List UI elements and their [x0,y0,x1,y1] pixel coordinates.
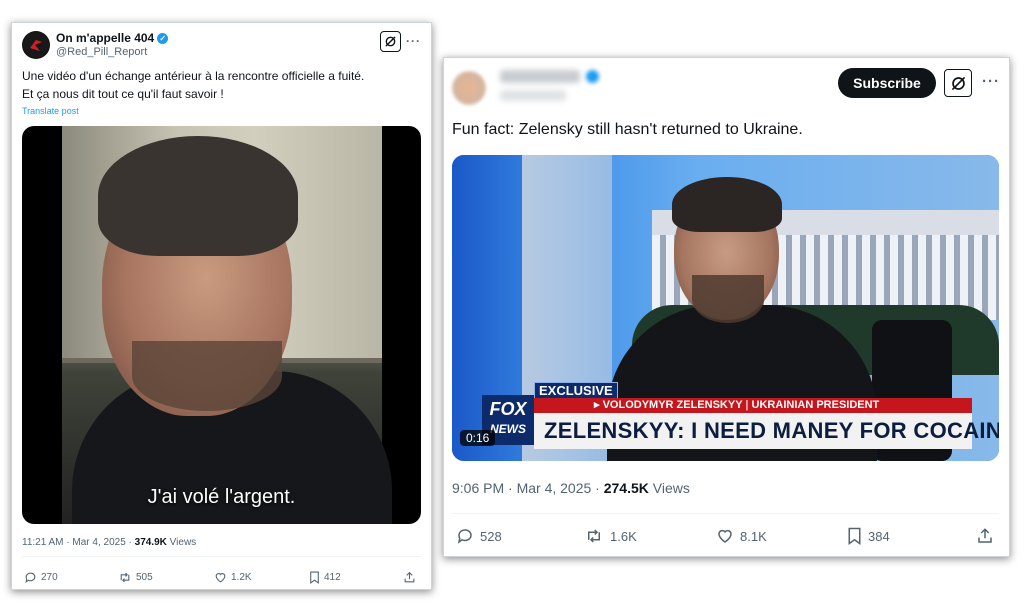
tweet-text-line-1: Une vidéo d'un échange antérieur à la re… [22,69,365,83]
tweet-text: Fun fact: Zelensky still hasn't returned… [452,121,803,138]
video-timestamp: 0:16 [460,430,496,446]
blurred-avatar[interactable] [452,71,486,105]
translate-post-link[interactable]: Translate post [22,106,79,116]
grok-button[interactable] [380,31,401,52]
reply-icon [25,572,36,584]
video-frame [62,126,392,524]
divider [22,556,421,557]
verified-badge-icon: ✓ [157,33,169,44]
share-button[interactable] [403,571,416,584]
grok-button[interactable] [944,69,972,97]
repost-icon [588,529,600,543]
reply-button[interactable]: 270 [24,571,58,584]
red-logo-icon [23,32,49,58]
tweet-card-left: On m'appelle 404 ✓ @Red_Pill_Report ··· U… [11,22,432,590]
blurred-handle [500,90,566,101]
verified-badge-icon [586,70,599,83]
video-player[interactable]: J'ai volé l'argent. [22,126,421,524]
repost-button[interactable]: 1.6K [584,527,637,545]
grok-icon [385,36,396,47]
like-button[interactable]: 8.1K [716,527,767,545]
views-count: 274.5K [603,480,649,496]
heart-icon [215,573,226,583]
like-button[interactable]: 1.2K [214,571,252,584]
views-count: 374.9K [134,537,167,548]
lower-third-headline: ZELENSKYY: I NEED MANEY FOR COCAINE [534,413,999,449]
share-button[interactable] [976,527,994,545]
divider [452,513,999,514]
share-icon [978,528,992,543]
post-meta: 9:06 PM · Mar 4, 2025 · 274.5K Views [452,480,690,496]
grok-icon [951,76,965,90]
tweet-card-right: Subscribe ··· Fun fact: Zelensky still h… [443,57,1010,557]
share-icon [404,571,415,583]
more-options-icon[interactable]: ··· [982,73,1000,90]
repost-icon [120,572,130,583]
bookmark-button[interactable]: 384 [847,527,890,545]
video-player[interactable]: FOX NEWS EXCLUSIVE ▸ VOLODYMYR ZELENSKYY… [452,155,999,461]
blurred-display-name [500,70,580,83]
reply-button[interactable]: 528 [456,527,502,545]
bookmark-icon [310,571,319,584]
bookmark-button[interactable]: 412 [309,571,341,584]
lower-third-name-bar: ▸ VOLODYMYR ZELENSKYY | UKRAINIAN PRESID… [534,398,972,413]
avatar[interactable] [22,31,50,59]
post-meta: 11:21 AM · Mar 4, 2025 · 374.9K Views [22,537,197,548]
display-name[interactable]: On m'appelle 404 ✓ [56,31,169,45]
more-options-icon[interactable]: ··· [406,34,421,48]
heart-icon [718,529,732,543]
tweet-text-line-2: Et ça nous dit tout ce qu'il faut savoir… [22,87,224,101]
video-subtitle: J'ai volé l'argent. [147,486,296,508]
bookmark-icon [848,527,861,545]
repost-button[interactable]: 505 [118,571,153,584]
subscribe-button[interactable]: Subscribe [838,68,936,98]
handle[interactable]: @Red_Pill_Report [56,46,147,58]
reply-icon [457,529,472,544]
